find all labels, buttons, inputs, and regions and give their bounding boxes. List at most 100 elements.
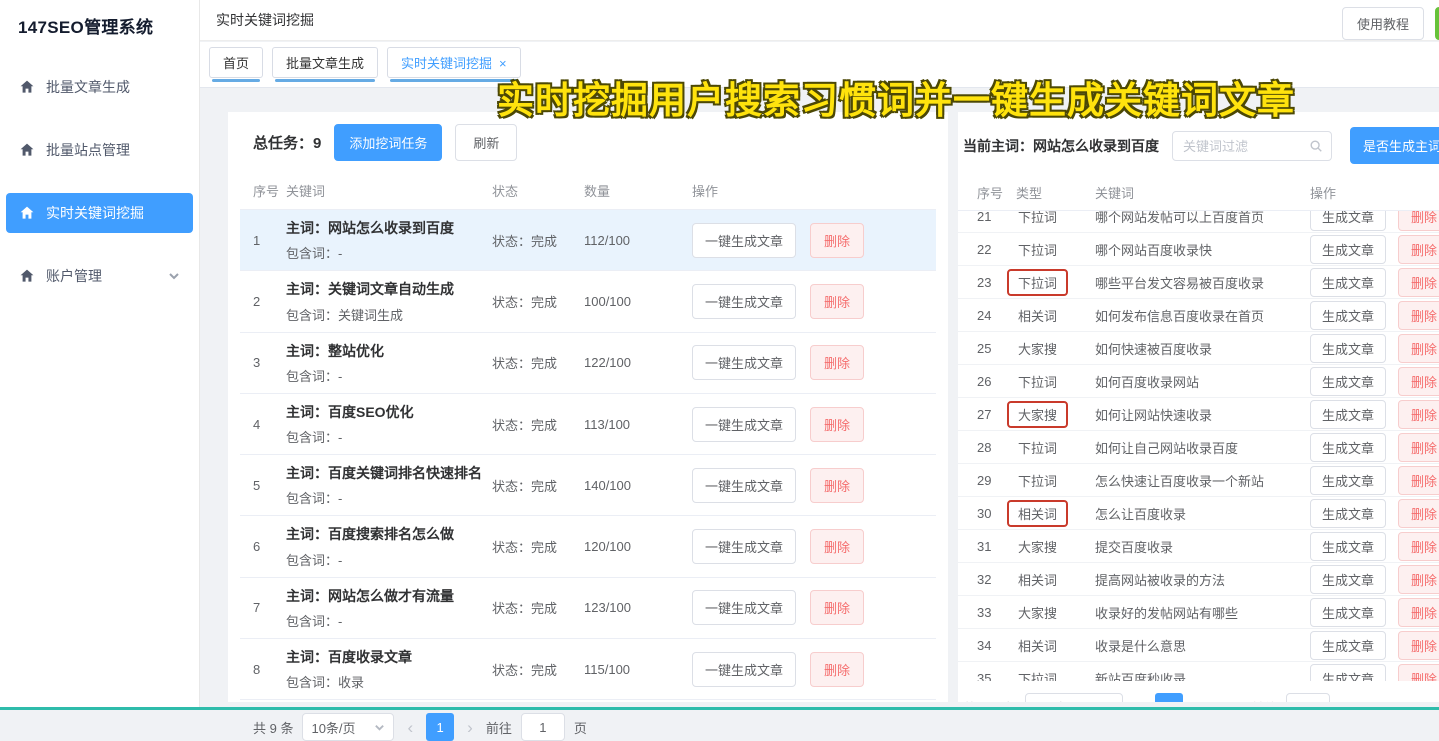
col-keyword: 关键词 [286,181,492,200]
generate-articles-button[interactable]: 一键生成文章 [692,468,796,503]
generate-article-button[interactable]: 生成文章 [1310,235,1386,264]
generate-article-button[interactable]: 生成文章 [1310,664,1386,682]
delete-button[interactable]: 删除 [1398,466,1439,495]
tutorial-button[interactable]: 使用教程 [1342,7,1424,40]
prev-page-button[interactable]: ‹ [1132,699,1146,703]
tab[interactable]: 批量文章生成 [272,47,378,78]
generate-articles-button[interactable]: 一键生成文章 [692,345,796,380]
generate-article-button[interactable]: 生成文章 [1310,211,1386,231]
sidebar-item-label: 批量文章生成 [46,77,130,97]
sidebar-item-label: 账户管理 [46,266,102,286]
sidebar-item[interactable]: 账户管理 [6,256,193,296]
goto-label: 前往 [1251,698,1277,703]
generate-articles-button[interactable]: 一键生成文章 [692,223,796,258]
delete-button[interactable]: 删除 [1398,301,1439,330]
generate-article-button[interactable]: 生成文章 [1310,499,1386,528]
keyword-filter-input[interactable]: 关键词过滤 [1172,131,1332,161]
tab[interactable]: 首页 [209,47,263,78]
page-size-select[interactable]: 100条/页 [1025,693,1123,702]
generate-articles-button[interactable]: 一键生成文章 [692,407,796,442]
generate-article-button[interactable]: 生成文章 [1310,400,1386,429]
task-include-words: 包含词：- [286,427,482,446]
generate-article-button[interactable]: 生成文章 [1310,466,1386,495]
generate-article-button[interactable]: 生成文章 [1310,598,1386,627]
generate-article-button[interactable]: 生成文章 [1310,532,1386,561]
generate-article-button[interactable]: 生成文章 [1310,367,1386,396]
keyword-text: 哪个网站百度收录快 [1095,240,1310,259]
task-table-header: 序号 关键词 状态 数量 操作 [240,172,936,210]
delete-button[interactable]: 删除 [1398,211,1439,231]
current-main-keyword: 当前主词：网站怎么收录到百度 [963,136,1159,156]
delete-button[interactable]: 删除 [810,590,864,625]
delete-button[interactable]: 删除 [1398,433,1439,462]
col-no: 序号 [240,181,286,200]
delete-button[interactable]: 删除 [1398,565,1439,594]
task-toolbar: 总任务：9 添加挖词任务 刷新 [228,124,948,160]
refresh-button[interactable]: 刷新 [455,124,517,161]
page-number-button[interactable]: 1 [1155,693,1183,702]
goto-page-input[interactable]: 1 [521,713,565,741]
top-header: 实时关键词挖掘 使用教程 [200,0,1439,41]
partial-green-button[interactable] [1435,7,1439,40]
sidebar-item[interactable]: 实时关键词挖掘 [6,193,193,233]
generate-article-button[interactable]: 生成文章 [1310,268,1386,297]
goto-label: 前往 [486,718,512,737]
delete-button[interactable]: 删除 [1398,400,1439,429]
generate-main-keyword-button[interactable]: 是否生成主词 [1350,127,1439,164]
generate-articles-button[interactable]: 一键生成文章 [692,284,796,319]
sidebar-item[interactable]: 批量站点管理 [6,130,193,170]
page-number-button[interactable]: 1 [426,713,454,741]
delete-button[interactable]: 删除 [810,223,864,258]
delete-button[interactable]: 删除 [1398,367,1439,396]
page-size-select[interactable]: 10条/页 [302,713,394,741]
keyword-text: 如何发布信息百度收录在首页 [1095,306,1310,325]
generate-articles-button[interactable]: 一键生成文章 [692,590,796,625]
goto-page-input[interactable]: 1 [1286,693,1330,702]
table-row: 1 主词：网站怎么收录到百度 包含词：- 状态：完成 112/100 一键生成文… [240,210,936,271]
next-page-button[interactable]: › [463,719,477,736]
generate-articles-button[interactable]: 一键生成文章 [692,529,796,564]
delete-button[interactable]: 删除 [1398,664,1439,682]
task-main-keyword: 主词：网站怎么做才有流量 [286,586,482,606]
generate-articles-button[interactable]: 一键生成文章 [692,652,796,687]
sidebar-item-label: 实时关键词挖掘 [46,203,144,223]
col-count: 数量 [584,181,692,200]
keyword-type: 大家搜 [1007,335,1068,362]
task-status: 状态：完成 [492,476,584,495]
delete-button[interactable]: 删除 [810,345,864,380]
tab-close-icon[interactable]: × [499,56,507,71]
sidebar-item[interactable]: 批量文章生成 [6,67,193,107]
page-suffix: 页 [1339,698,1352,703]
delete-button[interactable]: 删除 [1398,235,1439,264]
add-task-button[interactable]: 添加挖词任务 [334,124,442,161]
generate-article-button[interactable]: 生成文章 [1310,565,1386,594]
keyword-type: 下拉词 [1007,434,1068,461]
generate-article-button[interactable]: 生成文章 [1310,433,1386,462]
generate-article-button[interactable]: 生成文章 [1310,631,1386,660]
keyword-type: 相关词 [1007,302,1068,329]
delete-button[interactable]: 删除 [810,652,864,687]
next-page-button[interactable]: › [1229,699,1243,703]
delete-button[interactable]: 删除 [1398,334,1439,363]
delete-button[interactable]: 删除 [1398,499,1439,528]
row-index: 2 [240,294,286,309]
delete-button[interactable]: 删除 [1398,268,1439,297]
delete-button[interactable]: 删除 [810,284,864,319]
prev-page-button[interactable]: ‹ [403,719,417,736]
table-row: 6 主词：百度搜索排名怎么做 包含词：- 状态：完成 120/100 一键生成文… [240,516,936,577]
keyword-text: 怎么快速让百度收录一个新站 [1095,471,1310,490]
task-count: 140/100 [584,478,692,493]
delete-button[interactable]: 删除 [810,407,864,442]
generate-article-button[interactable]: 生成文章 [1310,301,1386,330]
delete-button[interactable]: 删除 [810,468,864,503]
delete-button[interactable]: 删除 [810,529,864,564]
delete-button[interactable]: 删除 [1398,598,1439,627]
task-count: 120/100 [584,539,692,554]
generate-article-button[interactable]: 生成文章 [1310,334,1386,363]
keyword-type: 下拉词 [1007,368,1068,395]
chevron-down-icon [1103,702,1114,703]
delete-button[interactable]: 删除 [1398,532,1439,561]
table-row: 30 相关词 怎么让百度收录 生成文章 删除 [958,497,1439,530]
delete-button[interactable]: 删除 [1398,631,1439,660]
page-number-button[interactable]: 2 [1192,693,1220,702]
